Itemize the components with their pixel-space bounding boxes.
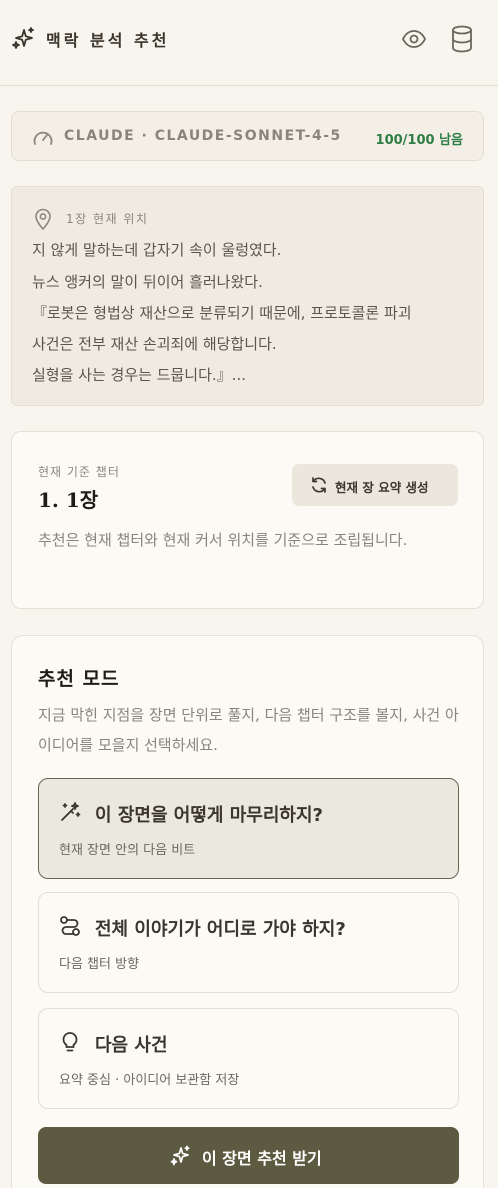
mode-option-story-direction[interactable]: 전체 이야기가 어디로 가야 하지? 다음 챕터 방향 [38, 892, 459, 993]
summary-button-label: 현재 장 요약 생성 [335, 480, 429, 495]
wand-icon [59, 801, 81, 823]
option-title: 이 장면을 어떻게 마무리하지? [95, 805, 323, 826]
chapter-card: 현재 기준 챕터 1. 1장 현재 장 요약 생성 추천은 현재 챕터와 현재 … [11, 431, 484, 609]
option-subtitle: 요약 중심 · 아이디어 보관함 저장 [59, 1073, 240, 1088]
chapter-description: 추천은 현재 챕터와 현재 커서 위치를 기준으로 조립됩니다. [38, 531, 408, 549]
mode-option-next-event[interactable]: 다음 사건 요약 중심 · 아이디어 보관함 저장 [38, 1008, 459, 1109]
sparkles-icon [10, 26, 36, 52]
excerpt-line: 사건은 전부 재산 손괴죄에 해당합니다. [32, 335, 277, 353]
mode-option-scene-ending[interactable]: 이 장면을 어떻게 마무리하지? 현재 장면 안의 다음 비트 [38, 778, 459, 879]
eye-icon[interactable] [400, 25, 428, 53]
excerpt-line: 『로봇은 형법상 재산으로 분류되기 때문에, 프로토콜론 파괴 [32, 304, 412, 322]
gauge-icon [32, 128, 54, 148]
route-icon [59, 915, 81, 937]
excerpt-line: 실형을 사는 경우는 드뭅니다.』... [32, 366, 246, 384]
option-title: 전체 이야기가 어디로 가야 하지? [95, 919, 346, 940]
excerpt-line: 뉴스 앵커의 말이 뒤이어 흘러나왔다. [32, 273, 263, 291]
lightbulb-icon [59, 1031, 81, 1053]
excerpt-line: 지 않게 말하는데 갑자기 속이 울렁였다. [32, 241, 282, 259]
app-header: 맥락 분석 추천 [0, 0, 498, 86]
sparkles-icon [169, 1145, 191, 1167]
mode-description: 지금 막힌 지점을 장면 단위로 풀지, 다음 챕터 구조를 볼지, 사건 아이… [38, 706, 459, 754]
generate-summary-button[interactable]: 현재 장 요약 생성 [292, 464, 458, 506]
mode-title: 추천 모드 [38, 668, 120, 690]
chapter-value: 1. 1장 [38, 488, 99, 512]
quota-badge: 100/100 남음 [375, 133, 463, 148]
database-icon[interactable] [448, 24, 476, 54]
get-recommendation-label: 이 장면 추천 받기 [202, 1149, 322, 1168]
option-subtitle: 현재 장면 안의 다음 비트 [59, 843, 196, 858]
map-pin-icon [34, 208, 52, 231]
option-subtitle: 다음 챕터 방향 [59, 957, 140, 972]
option-title: 다음 사건 [95, 1035, 168, 1056]
chapter-label: 현재 기준 챕터 [38, 465, 120, 479]
model-status-bar: CLAUDE · CLAUDE-SONNET-4-5 100/100 남음 [11, 111, 484, 161]
location-label: 1장 현재 위치 [66, 212, 149, 226]
get-recommendation-button[interactable]: 이 장면 추천 받기 [38, 1127, 459, 1184]
current-location-card: 1장 현재 위치 지 않게 말하는데 갑자기 속이 울렁였다. 뉴스 앵커의 말… [11, 186, 484, 406]
model-name: CLAUDE · CLAUDE-SONNET-4-5 [64, 128, 342, 144]
refresh-icon [310, 476, 328, 494]
page-title: 맥락 분석 추천 [46, 31, 170, 50]
recommend-mode-card: 추천 모드 지금 막힌 지점을 장면 단위로 풀지, 다음 챕터 구조를 볼지,… [11, 635, 484, 1188]
